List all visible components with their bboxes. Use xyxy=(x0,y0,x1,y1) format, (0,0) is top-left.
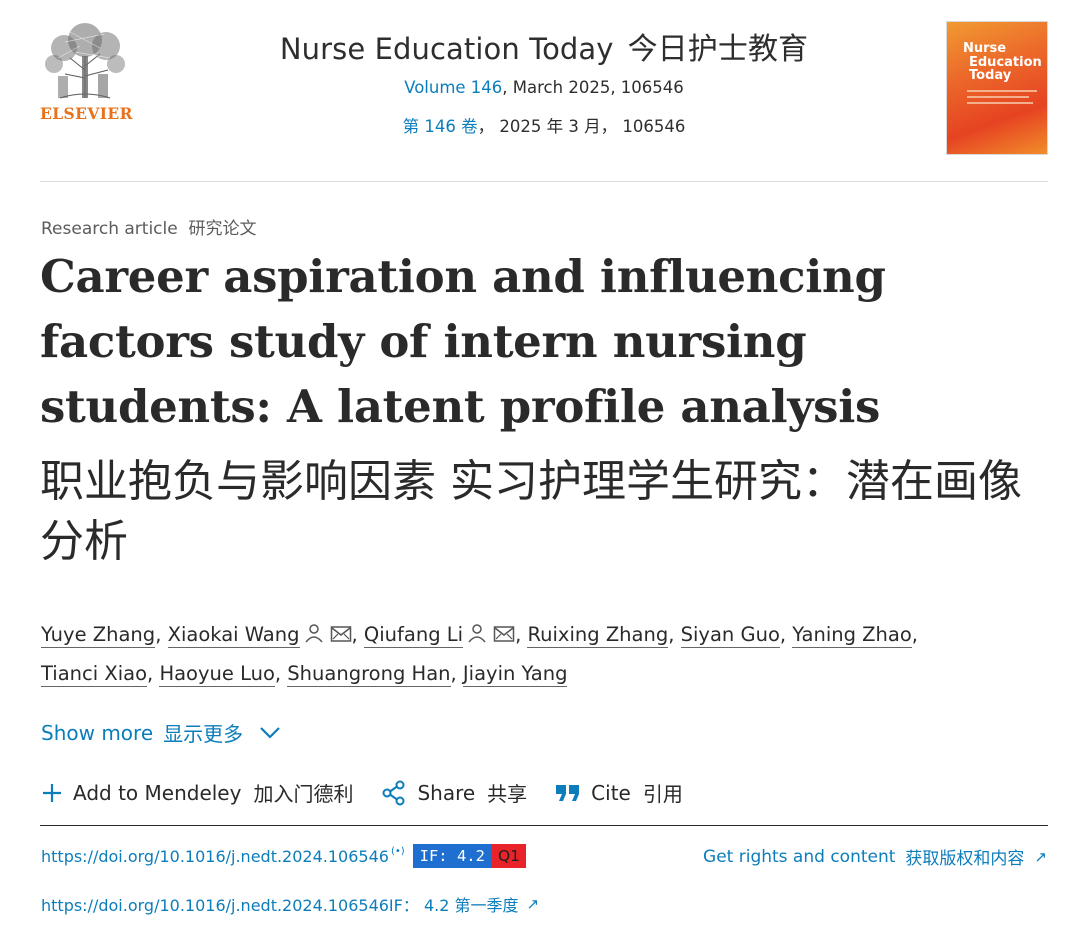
author-separator: , xyxy=(668,623,681,646)
cite-label-cn: 引用 xyxy=(642,782,683,806)
cover-subtitle-line xyxy=(967,96,1029,98)
cover-title-line: Nurse xyxy=(963,41,1007,56)
author-link[interactable]: Yaning Zhao xyxy=(792,623,912,648)
external-arrow-icon: ↗ xyxy=(526,895,540,913)
author-contact-icons[interactable] xyxy=(467,624,515,646)
publisher-name: ELSEVIER xyxy=(40,104,133,123)
author-separator: , xyxy=(155,623,168,646)
cite-label: Cite xyxy=(591,780,631,805)
author-separator: , xyxy=(147,662,160,685)
article-title: Career aspiration and influencing factor… xyxy=(40,250,886,433)
cover-subtitle-line xyxy=(967,102,1033,104)
author-separator: , xyxy=(351,623,364,646)
author-link[interactable]: Ruixing Zhang xyxy=(527,623,669,648)
author-separator: , xyxy=(274,662,288,685)
quote-icon xyxy=(555,783,581,803)
person-icon xyxy=(467,624,487,646)
journal-title-en[interactable]: Nurse Education Today xyxy=(280,32,614,66)
get-rights-link[interactable]: Get rights and content 获取版权和内容 ↗ xyxy=(703,844,1047,870)
person-icon xyxy=(304,624,324,646)
author-separator: , xyxy=(911,623,918,646)
author-list: Yuye Zhang, Xiaokai Wang, Qiufang Li, Ru… xyxy=(41,616,1041,692)
cover-title-line: Education xyxy=(969,54,1042,70)
envelope-icon xyxy=(493,626,515,646)
share-label-cn: 共享 xyxy=(487,782,528,806)
doi-translated-text: https://doi.org/10.1016/j.nedt.2024.1065… xyxy=(41,896,519,915)
radio-icon: (•) xyxy=(390,845,405,857)
header-divider xyxy=(40,181,1048,182)
cite-button[interactable]: Cite 引用 xyxy=(555,778,683,807)
volume-line-cn: 第 146 卷， 2025 年 3 月， 106546 xyxy=(190,113,898,137)
chevron-down-icon xyxy=(260,726,280,739)
add-to-mendeley-button[interactable]: Add to Mendeley 加入门德利 xyxy=(41,778,353,807)
quartile-badge: Q1 xyxy=(491,844,527,868)
show-more-button[interactable]: Show more 显示更多 xyxy=(41,718,281,747)
journal-cover[interactable]: Nurse Education Today xyxy=(946,21,1048,155)
mendeley-label-cn: 加入门德利 xyxy=(253,782,354,806)
volume-link-cn[interactable]: 第 146 卷 xyxy=(403,117,478,136)
author-link[interactable]: Jiayin Yang xyxy=(462,662,568,687)
author-link[interactable]: Shuangrong Han xyxy=(287,662,451,687)
elsevier-logo[interactable]: ELSEVIER xyxy=(40,18,133,123)
author-link[interactable]: Haoyue Luo xyxy=(159,662,275,687)
article-type: Research article 研究论文 xyxy=(41,214,257,239)
share-label: Share xyxy=(417,780,476,805)
cover-title-line: Today xyxy=(969,68,1012,83)
cover-title: Nurse Education Today xyxy=(963,42,1042,83)
share-icon xyxy=(381,780,407,806)
journal-title-cn: 今日护士教育 xyxy=(627,32,809,67)
volume-date: , March 2025, 106546 xyxy=(502,78,684,97)
envelope-icon xyxy=(330,626,352,646)
author-separator: , xyxy=(450,662,463,685)
doi-row: https://doi.org/10.1016/j.nedt.2024.1065… xyxy=(41,844,527,868)
toolbar-divider xyxy=(40,825,1048,826)
external-arrow-icon: ↗ xyxy=(1034,847,1047,866)
plus-icon xyxy=(41,782,63,804)
journal-header: ELSEVIER Nurse Education Today 今日护士教育 Vol… xyxy=(40,18,1048,182)
show-more-label: Show more xyxy=(41,720,154,745)
article-type-cn: 研究论文 xyxy=(188,219,257,239)
mendeley-label: Add to Mendeley xyxy=(73,780,242,805)
volume-line: Volume 146, March 2025, 106546 xyxy=(190,78,898,97)
author-link[interactable]: Siyan Guo xyxy=(680,623,780,648)
rights-label: Get rights and content xyxy=(703,846,896,867)
doi-link-translated[interactable]: https://doi.org/10.1016/j.nedt.2024.1065… xyxy=(41,892,539,916)
journal-info: Nurse Education Today 今日护士教育 Volume 146, … xyxy=(190,24,898,137)
volume-link[interactable]: Volume 146 xyxy=(404,78,502,97)
cover-subtitle-line xyxy=(967,90,1037,92)
impact-factor-badge: IF: 4.2 xyxy=(412,844,492,868)
elsevier-tree-logo xyxy=(45,23,125,99)
author-link[interactable]: Yuye Zhang xyxy=(41,623,156,648)
volume-date-cn: ， 2025 年 3 月， 106546 xyxy=(477,117,686,136)
article-type-en: Research article xyxy=(41,219,178,239)
author-separator: , xyxy=(779,623,793,646)
author-separator: , xyxy=(515,623,528,646)
author-link[interactable]: Tianci Xiao xyxy=(41,662,148,687)
share-button[interactable]: Share 共享 xyxy=(381,778,527,807)
doi-link[interactable]: https://doi.org/10.1016/j.nedt.2024.1065… xyxy=(41,847,389,866)
author-link[interactable]: Xiaokai Wang xyxy=(167,623,300,648)
article-toolbar: Add to Mendeley 加入门德利 Share 共享 Cite 引用 xyxy=(41,778,711,807)
show-more-label-cn: 显示更多 xyxy=(163,722,244,746)
author-contact-icons[interactable] xyxy=(304,624,352,646)
journal-title[interactable]: Nurse Education Today 今日护士教育 xyxy=(190,24,898,68)
rights-label-cn: 获取版权和内容 xyxy=(905,849,1025,869)
article-title-cn: 职业抱负与影响因素 实习护理学生研究：潜在画像分析 xyxy=(40,456,1022,567)
author-link[interactable]: Qiufang Li xyxy=(363,623,464,648)
